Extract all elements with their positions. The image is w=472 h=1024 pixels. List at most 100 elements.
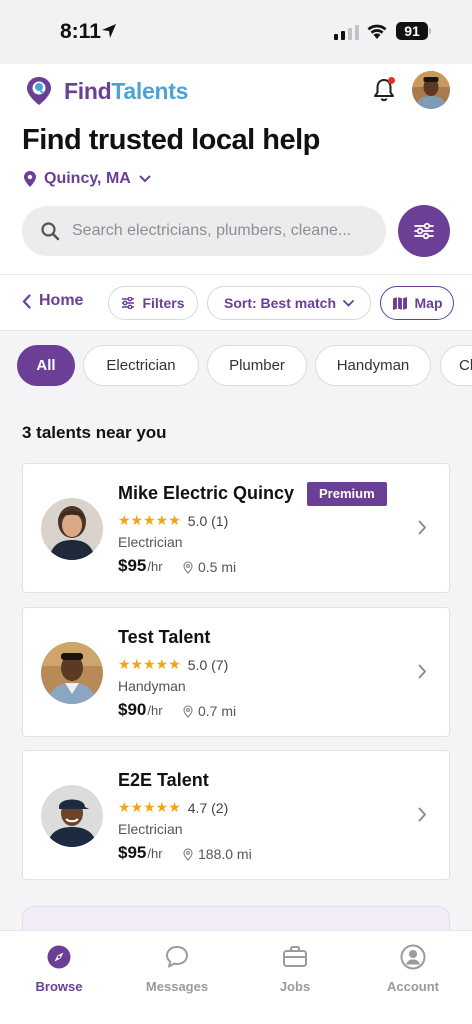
chip-all[interactable]: All <box>17 345 75 386</box>
chat-icon <box>166 946 188 968</box>
avatar-image <box>412 71 450 109</box>
tab-jobs[interactable]: Jobs <box>245 943 345 994</box>
filter-settings-button[interactable] <box>398 205 450 257</box>
pin-outline-icon <box>183 704 193 718</box>
chevron-right-icon <box>418 520 427 535</box>
logo-pin-icon <box>27 77 51 105</box>
brand-name: FindTalents <box>64 78 188 105</box>
distance-value: 0.5 mi <box>198 559 237 575</box>
filters-button[interactable]: Filters <box>108 286 198 320</box>
talent-photo <box>41 642 103 704</box>
briefcase-icon <box>283 946 307 967</box>
talent-price: $95 /hr <box>118 843 163 863</box>
rating-score: 4.7 (2) <box>187 799 229 816</box>
chip-handyman[interactable]: Handyman <box>315 345 431 386</box>
user-icon <box>400 944 426 970</box>
chip-electrician[interactable]: Electrician <box>83 345 199 386</box>
tab-label: Jobs <box>279 979 311 994</box>
back-label: Home <box>39 292 84 309</box>
back-home-button[interactable]: Home <box>22 292 83 310</box>
sliders-icon <box>414 222 434 240</box>
brand-find: Find <box>64 77 112 104</box>
talent-avatar <box>41 642 103 704</box>
talent-rating: ★★★★★ 5.0 (7) <box>118 656 228 673</box>
price-unit: /hr <box>147 559 163 574</box>
tab-messages[interactable]: Messages <box>127 943 227 994</box>
talent-name: Test Talent <box>118 627 211 647</box>
sort-label: Sort: Best match <box>223 295 337 311</box>
premium-badge: Premium <box>307 482 387 506</box>
battery-tip <box>429 28 431 34</box>
map-label: Map <box>414 295 443 311</box>
profile-avatar[interactable] <box>412 71 450 109</box>
star-rating-icon: ★★★★★ <box>118 656 181 672</box>
chevron-left-icon <box>22 293 31 309</box>
talent-card[interactable]: Test Talent ★★★★★ 5.0 (7) Handyman $90 /… <box>22 607 450 737</box>
app-header: FindTalents Find trusted local help Quin… <box>0 64 472 274</box>
chevron-down-icon <box>139 175 151 183</box>
talent-avatar <box>41 498 103 560</box>
talent-category: Handyman <box>118 678 186 694</box>
filter-sliders-icon <box>122 297 135 309</box>
app-logo[interactable]: FindTalents <box>26 76 188 106</box>
tab-label: Messages <box>145 979 209 994</box>
price-amount: $95 <box>118 556 147 575</box>
notification-dot <box>388 77 395 84</box>
talent-photo <box>41 498 103 560</box>
results-count: 3 talents near you <box>22 423 167 442</box>
battery-level: 91 <box>396 22 428 40</box>
bottom-tab-bar: Browse Messages Jobs Account <box>0 930 472 1024</box>
tab-account[interactable]: Account <box>363 943 463 994</box>
location-arrow-icon <box>102 24 116 38</box>
status-time: 8:11 <box>60 20 101 43</box>
star-rating-icon: ★★★★★ <box>118 512 181 528</box>
chip-cleaning[interactable]: Cl <box>440 345 472 386</box>
search-input[interactable]: Search electricians, plumbers, cleane... <box>22 206 386 256</box>
location-selector[interactable]: Quincy, MA <box>24 170 151 188</box>
price-unit: /hr <box>147 703 163 718</box>
talent-name: Mike Electric Quincy <box>118 483 295 503</box>
price-amount: $90 <box>118 700 147 719</box>
page-title: Find trusted local help <box>22 124 320 156</box>
talent-card[interactable]: Mike Electric Quincy Premium ★★★★★ 5.0 (… <box>22 463 450 593</box>
talent-category: Electrician <box>118 821 183 837</box>
location-label: Quincy, MA <box>44 170 131 187</box>
map-button[interactable]: Map <box>380 286 454 320</box>
search-icon <box>41 222 60 241</box>
chevron-down-icon <box>343 299 354 307</box>
tab-label: Browse <box>35 979 83 994</box>
star-rating-icon: ★★★★★ <box>118 799 181 815</box>
filters-label: Filters <box>142 295 185 311</box>
chevron-right-icon <box>418 664 427 679</box>
talent-price: $90 /hr <box>118 700 163 720</box>
price-amount: $95 <box>118 843 147 862</box>
pin-outline-icon <box>183 847 193 861</box>
talent-price: $95 /hr <box>118 556 163 576</box>
category-chips: All Electrician Plumber Handyman Cl <box>0 345 472 387</box>
chip-plumber[interactable]: Plumber <box>207 345 307 386</box>
talent-avatar <box>41 785 103 847</box>
search-placeholder: Search electricians, plumbers, cleane... <box>72 222 352 239</box>
talent-category: Electrician <box>118 534 183 550</box>
chevron-right-icon <box>418 807 427 822</box>
map-pin-icon <box>24 171 36 187</box>
talent-card[interactable]: E2E Talent ★★★★★ 4.7 (2) Electrician $95… <box>22 750 450 880</box>
distance-value: 188.0 mi <box>198 846 252 862</box>
compass-icon <box>47 945 71 969</box>
talent-rating: ★★★★★ 4.7 (2) <box>118 799 228 816</box>
brand-talents: Talents <box>111 77 189 104</box>
talent-name: E2E Talent <box>118 770 209 790</box>
status-bar: 8:11 91 <box>0 0 472 64</box>
rating-score: 5.0 (1) <box>187 512 229 529</box>
notifications-button[interactable] <box>371 76 397 104</box>
price-unit: /hr <box>147 846 163 861</box>
talent-photo <box>41 785 103 847</box>
map-icon <box>392 296 407 310</box>
cell-signal-icon <box>334 25 359 40</box>
tab-browse[interactable]: Browse <box>9 943 109 994</box>
talent-distance: 188.0 mi <box>183 846 252 862</box>
pin-outline-icon <box>183 560 193 574</box>
tab-label: Account <box>387 979 439 994</box>
sort-dropdown[interactable]: Sort: Best match <box>207 286 371 320</box>
distance-value: 0.7 mi <box>198 703 237 719</box>
